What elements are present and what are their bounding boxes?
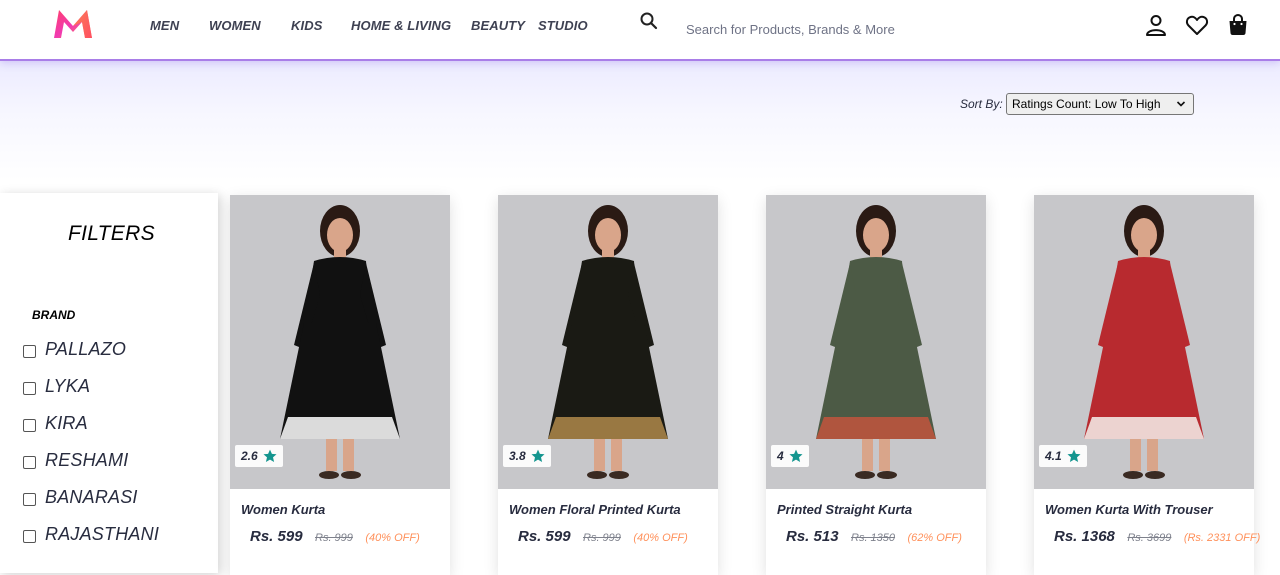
- product-mrp: Rs. 1350: [851, 532, 896, 544]
- product-name[interactable]: Printed Straight Kurta: [777, 502, 912, 517]
- checkbox[interactable]: [23, 493, 36, 506]
- price-row: Rs. 1368 Rs. 3699 (Rs. 2331 OFF): [1054, 528, 1260, 548]
- sort-label: Sort By:: [960, 97, 1003, 111]
- product-name[interactable]: Women Kurta With Trouser: [1045, 502, 1213, 517]
- rating-badge: 4.1: [1039, 445, 1087, 467]
- product-name[interactable]: Women Kurta: [241, 502, 325, 517]
- brand-label: RESHAMI: [45, 450, 129, 470]
- price-row: Rs. 599 Rs. 999 (40% OFF): [250, 528, 420, 548]
- product-card[interactable]: 4.1 Women Kurta With Trouser Rs. 1368 Rs…: [1034, 195, 1260, 575]
- bag-icon[interactable]: [1226, 13, 1250, 37]
- product-name[interactable]: Women Floral Printed Kurta: [509, 502, 681, 517]
- product-discount: (Rs. 2331 OFF): [1183, 532, 1261, 544]
- price-row: Rs. 599 Rs. 999 (40% OFF): [518, 528, 688, 548]
- chevron-down-icon: [1176, 101, 1186, 107]
- star-icon: [1067, 449, 1081, 462]
- checkbox[interactable]: [23, 456, 36, 469]
- checkbox[interactable]: [23, 345, 36, 358]
- product-mrp: Rs. 999: [315, 532, 353, 544]
- checkbox[interactable]: [23, 382, 36, 395]
- top-header: MEN WOMEN KIDS HOME & LIVING BEAUTY STUD…: [0, 0, 1280, 61]
- star-icon: [263, 449, 277, 462]
- rating-value: 3.8: [509, 449, 526, 463]
- filters-title: FILTERS: [68, 222, 155, 245]
- myntra-logo[interactable]: [50, 8, 96, 40]
- sort-bar: Sort By: Ratings Count: Low To High: [0, 61, 1280, 181]
- sort-dropdown[interactable]: Ratings Count: Low To High: [1006, 93, 1194, 115]
- product-price: Rs. 599: [250, 528, 303, 545]
- rating-badge: 3.8: [503, 445, 551, 467]
- rating-value: 4.1: [1045, 449, 1062, 463]
- product-discount: (62% OFF): [907, 532, 962, 544]
- product-price: Rs. 599: [518, 528, 571, 545]
- profile-icon[interactable]: [1144, 13, 1168, 37]
- brand-label: KIRA: [45, 413, 88, 433]
- rating-badge: 4: [771, 445, 809, 467]
- nav-beauty[interactable]: BEAUTY: [471, 18, 525, 33]
- brand-filter-title: BRAND: [32, 308, 76, 322]
- nav-men[interactable]: MEN: [150, 18, 179, 33]
- rating-value: 2.6: [241, 449, 258, 463]
- search-input[interactable]: [676, 15, 1076, 43]
- star-icon: [531, 449, 545, 462]
- nav-home-living[interactable]: HOME & LIVING: [351, 18, 451, 33]
- rating-value: 4: [777, 449, 784, 463]
- product-card[interactable]: 4 Printed Straight Kurta Rs. 513 Rs. 135…: [766, 195, 986, 575]
- nav-studio[interactable]: STUDIO: [538, 18, 588, 33]
- star-icon: [789, 449, 803, 462]
- product-card[interactable]: 3.8 Women Floral Printed Kurta Rs. 599 R…: [498, 195, 718, 575]
- product-mrp: Rs. 3699: [1127, 532, 1172, 544]
- checkbox[interactable]: [23, 530, 36, 543]
- product-mrp: Rs. 999: [583, 532, 621, 544]
- product-discount: (40% OFF): [365, 532, 420, 544]
- filters-panel: FILTERS BRAND PALLAZO LYKA KIRA RESHAMI …: [0, 193, 218, 573]
- sort-selected-value: Ratings Count: Low To High: [1012, 97, 1161, 111]
- brand-label: RAJASTHANI: [45, 524, 160, 544]
- rating-badge: 2.6: [235, 445, 283, 467]
- brand-label: BANARASI: [45, 487, 138, 507]
- product-discount: (40% OFF): [633, 532, 688, 544]
- product-price: Rs. 1368: [1054, 528, 1115, 545]
- search-icon[interactable]: [639, 11, 659, 31]
- nav-kids[interactable]: KIDS: [291, 18, 322, 33]
- product-price: Rs. 513: [786, 528, 839, 545]
- nav-women[interactable]: WOMEN: [209, 18, 261, 33]
- wishlist-heart-icon[interactable]: [1185, 13, 1209, 37]
- price-row: Rs. 513 Rs. 1350 (62% OFF): [786, 528, 962, 548]
- brand-label: PALLAZO: [45, 339, 127, 359]
- product-card[interactable]: 2.6 Women Kurta Rs. 599 Rs. 999 (40% OFF…: [230, 195, 450, 575]
- checkbox[interactable]: [23, 419, 36, 432]
- brand-label: LYKA: [45, 376, 91, 396]
